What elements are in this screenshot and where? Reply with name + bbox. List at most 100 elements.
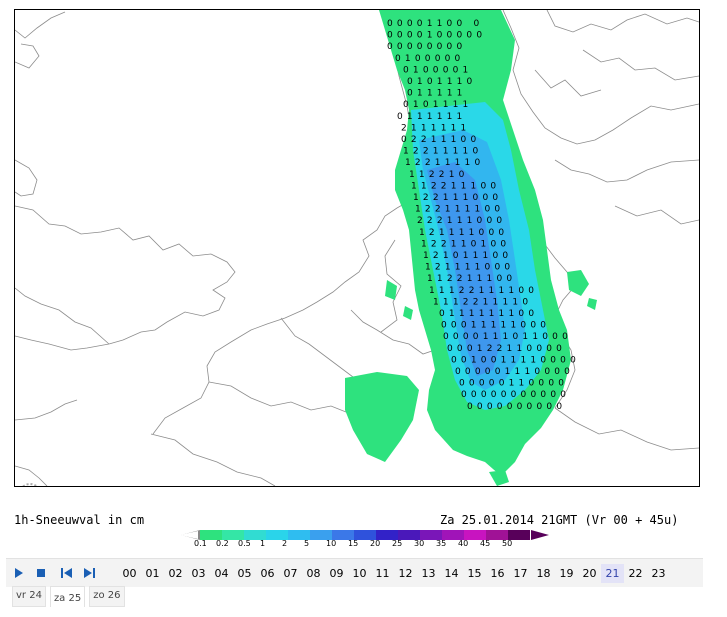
legend-label: 15: [348, 539, 359, 548]
map-caption-timestamp: Za 25.01.2014 21GMT (Vr 00 + 45u): [440, 513, 679, 527]
snow-value-row: 0000111011000: [443, 332, 572, 342]
hour-20[interactable]: 20: [578, 564, 601, 583]
snow-value-row: 0111111: [397, 112, 466, 122]
snow-value-row: 00000110000: [459, 379, 568, 389]
day-tabs: vr 24 za 25 zo 26: [12, 586, 129, 607]
hour-11[interactable]: 11: [371, 564, 394, 583]
legend-label: 0.5: [238, 539, 251, 548]
hour-18[interactable]: 18: [532, 564, 555, 583]
snow-value-row: 00000000000: [461, 390, 570, 400]
legend-arrow-right-icon: [531, 530, 549, 540]
snow-patch-west: [345, 372, 419, 462]
snow-value-row: 122111100: [415, 205, 504, 215]
day-tab[interactable]: zo 26: [89, 586, 125, 607]
snow-value-row: 011111: [407, 89, 467, 99]
day-tab[interactable]: vr 24: [12, 586, 46, 607]
legend-label: 35: [436, 539, 447, 548]
legend-label: 1: [260, 539, 266, 548]
legend-label: 40: [458, 539, 469, 548]
snow-value-row: 0000100000: [387, 31, 486, 41]
skip-back-icon: [61, 568, 72, 578]
hour-21[interactable]: 21: [601, 563, 624, 583]
legend-label: 5: [304, 539, 310, 548]
legend-label: 10: [326, 539, 337, 548]
hour-15[interactable]: 15: [463, 564, 486, 583]
hour-selector: 00 01 02 03 04 05 06 07 08 09 10 11 12 13 14 15 16 17 18 19…: [118, 563, 670, 583]
hour-04[interactable]: 04: [210, 564, 233, 583]
snow-value-row: 112211100: [411, 181, 500, 191]
play-button[interactable]: [8, 563, 30, 583]
snowfall-map: 00001100 0 000010000000000000 010000001000…: [15, 10, 699, 486]
snow-value-row: 121111000: [419, 228, 508, 238]
snow-value-row: 0101111: [403, 100, 472, 110]
snow-value-row: 121111000: [425, 263, 514, 273]
snow-value-row: 0000000000: [467, 402, 566, 412]
snow-value-row: 1112211110: [433, 297, 532, 307]
snow-value-row: 0010011110000: [451, 355, 580, 365]
snow-value-row: 0101110: [407, 77, 476, 87]
legend-label: 50: [502, 539, 513, 548]
snow-value-row: 0111111100: [439, 309, 538, 319]
snow-patch-small: [385, 280, 397, 300]
snow-value-row: 12211110: [403, 147, 482, 157]
hour-07[interactable]: 07: [279, 564, 302, 583]
color-legend: 0.1 0.2 0.5 1 2 5 10 15 20 25 30 35 40 45 50: [180, 528, 549, 552]
hour-16[interactable]: 16: [486, 564, 509, 583]
snowfall-field: [345, 10, 597, 486]
legend-labels: 0.1 0.2 0.5 1 2 5 10 15 20 25 30 35 40 45 50: [194, 539, 524, 548]
snow-patch-south: [489, 470, 509, 486]
hour-05[interactable]: 05: [233, 564, 256, 583]
snow-value-row: 0100000: [395, 54, 464, 64]
hour-12[interactable]: 12: [394, 564, 417, 583]
hour-22[interactable]: 22: [624, 564, 647, 583]
snow-value-row: 0100001: [403, 65, 472, 75]
snow-value-row: 00011111000: [441, 321, 550, 331]
hour-03[interactable]: 03: [187, 564, 210, 583]
legend-label: 0.1: [194, 539, 207, 548]
hour-17[interactable]: 17: [509, 564, 532, 583]
snow-value-row: 121011100: [423, 251, 512, 261]
hour-00[interactable]: 00: [118, 564, 141, 583]
snow-value-row: 000122110000: [447, 344, 566, 354]
snow-patch-small: [403, 306, 413, 320]
snow-value-row: 12211110: [405, 158, 484, 168]
snow-patch-east: [567, 270, 589, 296]
snow-value-row: 000001110000: [455, 367, 574, 377]
map-panel: 00001100 0 0000100000 00000000 0100000 01000…: [14, 9, 700, 487]
day-tab[interactable]: za 25: [49, 586, 86, 607]
stop-button[interactable]: [30, 563, 52, 583]
snow-value-row: 222111000: [417, 216, 506, 226]
legend-label: 25: [392, 539, 403, 548]
hour-08[interactable]: 08: [302, 564, 325, 583]
snow-value-row: 122111000: [413, 193, 502, 203]
hour-01[interactable]: 01: [141, 564, 164, 583]
play-icon: [15, 568, 23, 578]
hour-06[interactable]: 06: [256, 564, 279, 583]
snow-patch-east: [587, 298, 597, 310]
snow-value-row: 2111111: [401, 123, 470, 133]
next-button[interactable]: [78, 563, 100, 583]
legend-label: 0.2: [216, 539, 229, 548]
skip-forward-icon: [84, 568, 95, 578]
hour-13[interactable]: 13: [417, 564, 440, 583]
legend-label: 20: [370, 539, 381, 548]
hour-10[interactable]: 10: [348, 564, 371, 583]
snow-value-row: 02211100: [401, 135, 480, 145]
snow-value-row: 112211100: [427, 274, 516, 284]
legend-label: 45: [480, 539, 491, 548]
stop-icon: [37, 569, 45, 577]
hour-19[interactable]: 19: [555, 564, 578, 583]
hour-14[interactable]: 14: [440, 564, 463, 583]
hour-02[interactable]: 02: [164, 564, 187, 583]
hour-09[interactable]: 09: [325, 564, 348, 583]
animation-controls: 00 01 02 03 04 05 06 07 08 09 10 11 12 13 14 15 16 17 18 19…: [6, 558, 703, 587]
snow-value-row: 00000000: [387, 42, 466, 52]
previous-button[interactable]: [56, 563, 78, 583]
legend-arrow-left-fill: [180, 531, 198, 539]
legend-label: 30: [414, 539, 425, 548]
hour-23[interactable]: 23: [647, 564, 670, 583]
snow-value-row: 112210: [409, 170, 469, 180]
snow-value-row: 11122111100: [429, 286, 538, 296]
snow-value-row: 00001100 0: [387, 19, 483, 29]
loading-spinner-icon: [22, 483, 38, 486]
